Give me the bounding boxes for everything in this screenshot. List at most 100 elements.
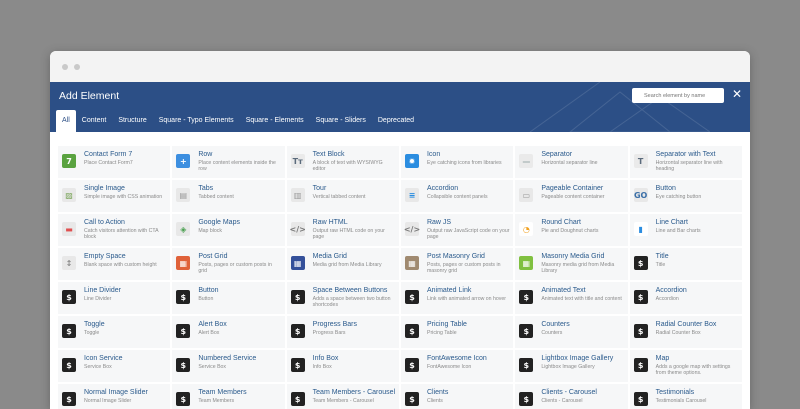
element-description: Animated text with title and content bbox=[541, 296, 622, 302]
element-tour[interactable]: ▥ Tour Vertical tabbed content bbox=[285, 179, 400, 213]
element-description: Adds a space between two button shortcod… bbox=[312, 296, 391, 309]
element-title: Space Between Buttons bbox=[312, 287, 388, 294]
element-title: Animated Link bbox=[426, 287, 472, 294]
tab-all[interactable]: All bbox=[56, 110, 76, 132]
tab-structure[interactable]: Structure bbox=[112, 110, 152, 132]
element-fontawesome-icon[interactable]: $ FontAwesome Icon FontAwesome Icon bbox=[399, 349, 515, 383]
pageable-icon: ▭ bbox=[519, 188, 534, 202]
add-element-window: Add Element ✕ AllContentStructureSquare … bbox=[50, 51, 750, 409]
element-row[interactable]: + Row Place content elements inside the ro… bbox=[171, 145, 286, 179]
element-title: Clients bbox=[426, 389, 449, 396]
tab-square-sliders[interactable]: Square - Sliders bbox=[310, 110, 372, 132]
search-input[interactable] bbox=[632, 88, 724, 103]
element-icon-service[interactable]: $ Icon Service Service Box bbox=[57, 349, 172, 383]
element-description: Title bbox=[655, 262, 666, 268]
element-toggle[interactable]: $ Toggle Toggle bbox=[57, 315, 172, 349]
element-call-to-action[interactable]: ▬ Call to Action Catch visitors attention … bbox=[57, 213, 172, 247]
element-map[interactable]: $ Map Adds a google map with settings from… bbox=[628, 349, 743, 383]
element-line-chart[interactable]: ▮ Line Chart Line and Bar charts bbox=[628, 213, 743, 247]
element-title: Line Divider bbox=[84, 287, 121, 294]
masonry-media-icon: ▦ bbox=[519, 256, 534, 270]
element-description: Radial Counter Box bbox=[655, 330, 701, 336]
element-alert-box[interactable]: $ Alert Box Alert Box bbox=[171, 315, 286, 349]
element-contact-form-7[interactable]: 7 Contact Form 7 Place Contact Form7 bbox=[57, 145, 172, 179]
element-progress-bars[interactable]: $ Progress Bars Progress Bars bbox=[285, 315, 400, 349]
dollar-icon: $ bbox=[519, 290, 534, 304]
element-title: Team Members - Carousel bbox=[312, 389, 396, 396]
element-line-divider[interactable]: $ Line Divider Line Divider bbox=[57, 281, 172, 315]
star-icon: ✹ bbox=[404, 154, 419, 168]
element-description: Pageable content container bbox=[541, 194, 605, 200]
element-counters[interactable]: $ Counters Counters bbox=[514, 315, 629, 349]
element-round-chart[interactable]: ◔ Round Chart Pie and Doughnut charts bbox=[514, 213, 629, 247]
element-space-between-buttons[interactable]: $ Space Between Buttons Adds a space betwe… bbox=[285, 281, 400, 315]
element-button[interactable]: $ Button Button bbox=[171, 281, 286, 315]
element-description: Line Divider bbox=[84, 296, 112, 302]
element-clients[interactable]: $ Clients Clients bbox=[399, 383, 515, 409]
element-description: Eye catching icons from libraries bbox=[426, 160, 502, 166]
element-description: Blank space with custom height bbox=[84, 262, 157, 268]
element-description: A block of text with WYSIWYG editor bbox=[312, 160, 383, 173]
window-dot-icon bbox=[62, 64, 68, 70]
element-empty-space[interactable]: ↕ Empty Space Blank space with custom heig… bbox=[57, 247, 172, 281]
element-lightbox-image-gallery[interactable]: $ Lightbox Image Gallery Lightbox Image Ga… bbox=[514, 349, 629, 383]
element-description: Counters bbox=[541, 330, 563, 336]
element-raw-js[interactable]: </> Raw JS Output raw JavaScript code on y… bbox=[399, 213, 515, 247]
element-title: Post Masonry Grid bbox=[426, 253, 485, 260]
element-accordion[interactable]: ≡ Accordion Collapsible content panels bbox=[399, 179, 515, 213]
element-media-grid[interactable]: ▦ Media Grid Media grid from Media Library bbox=[285, 247, 400, 281]
tab-square-elements[interactable]: Square - Elements bbox=[240, 110, 310, 132]
element-animated-link[interactable]: $ Animated Link Link with animated arrow o… bbox=[399, 281, 515, 315]
element-post-masonry-grid[interactable]: ▦ Post Masonry Grid Posts, pages or custom… bbox=[399, 247, 515, 281]
dollar-icon: $ bbox=[633, 392, 648, 406]
element-tabs[interactable]: ▤ Tabs Tabbed content bbox=[171, 179, 286, 213]
element-separator-with-text[interactable]: T Separator with Text Horizontal separator… bbox=[628, 145, 743, 179]
element-testimonials[interactable]: $ Testimonials Testimonials Carousel bbox=[628, 383, 743, 409]
dollar-icon: $ bbox=[290, 358, 305, 372]
element-team-members[interactable]: $ Team Members Team Members bbox=[171, 383, 286, 409]
element-title: Radial Counter Box bbox=[655, 321, 717, 328]
element-normal-image-slider[interactable]: $ Normal Image Slider Normal Image Slider bbox=[57, 383, 172, 409]
element-numbered-service[interactable]: $ Numbered Service Service Box bbox=[171, 349, 286, 383]
element-icon[interactable]: ✹ Icon Eye catching icons from libraries bbox=[399, 145, 515, 179]
window-dot-icon bbox=[74, 64, 80, 70]
tabs-icon: ▤ bbox=[176, 188, 191, 202]
element-title: Empty Space bbox=[84, 253, 126, 260]
element-text-block[interactable]: Tт Text Block A block of text with WYSIWYG… bbox=[285, 145, 400, 179]
dollar-icon: $ bbox=[62, 290, 76, 304]
element-description: Media grid from Media Library bbox=[312, 262, 382, 268]
dollar-icon: $ bbox=[519, 358, 534, 372]
element-single-image[interactable]: ▨ Single Image Simple image with CSS anima… bbox=[57, 179, 172, 213]
tab-content[interactable]: Content bbox=[76, 110, 113, 132]
dollar-icon: $ bbox=[519, 392, 534, 406]
element-title: Accordion bbox=[426, 185, 459, 192]
element-title: Progress Bars bbox=[312, 321, 358, 328]
element-pricing-table[interactable]: $ Pricing Table Pricing Table bbox=[399, 315, 515, 349]
element-separator[interactable]: — Separator Horizontal separator line bbox=[514, 145, 629, 179]
close-button[interactable]: ✕ bbox=[731, 87, 743, 101]
element-title: Accordion bbox=[655, 287, 687, 294]
element-pageable-container[interactable]: ▭ Pageable Container Pageable content cont… bbox=[514, 179, 629, 213]
element-masonry-media-grid[interactable]: ▦ Masonry Media Grid Masonry media grid fr… bbox=[514, 247, 629, 281]
element-description: Eye catching button bbox=[655, 194, 702, 200]
element-clients-carousel[interactable]: $ Clients - Carousel Clients - Carousel bbox=[514, 383, 629, 409]
element-button[interactable]: GO Button Eye catching button bbox=[628, 179, 743, 213]
tab-deprecated[interactable]: Deprecated bbox=[372, 110, 420, 132]
element-raw-html[interactable]: </> Raw HTML Output raw HTML code on your … bbox=[285, 213, 400, 247]
element-title[interactable]: $ Title Title bbox=[628, 247, 743, 281]
image-icon: ▨ bbox=[62, 188, 76, 202]
tab-square-typo-elements[interactable]: Square - Typo Elements bbox=[153, 110, 240, 132]
element-post-grid[interactable]: ▦ Post Grid Posts, pages or custom posts i… bbox=[171, 247, 286, 281]
element-google-maps[interactable]: ◈ Google Maps Map block bbox=[171, 213, 286, 247]
dollar-icon: $ bbox=[176, 392, 191, 406]
element-animated-text[interactable]: $ Animated Text Animated text with title a… bbox=[514, 281, 629, 315]
element-description: Info Box bbox=[312, 364, 332, 370]
element-team-members-carousel[interactable]: $ Team Members - Carousel Team Members - C… bbox=[285, 383, 400, 409]
element-description: Line and Bar charts bbox=[655, 228, 701, 234]
empty-space-icon: ↕ bbox=[62, 256, 76, 270]
element-radial-counter-box[interactable]: $ Radial Counter Box Radial Counter Box bbox=[628, 315, 743, 349]
element-accordion[interactable]: $ Accordion Accordion bbox=[628, 281, 743, 315]
element-title: Raw HTML bbox=[312, 219, 348, 226]
element-title: Lightbox Image Gallery bbox=[541, 355, 614, 362]
element-info-box[interactable]: $ Info Box Info Box bbox=[285, 349, 400, 383]
